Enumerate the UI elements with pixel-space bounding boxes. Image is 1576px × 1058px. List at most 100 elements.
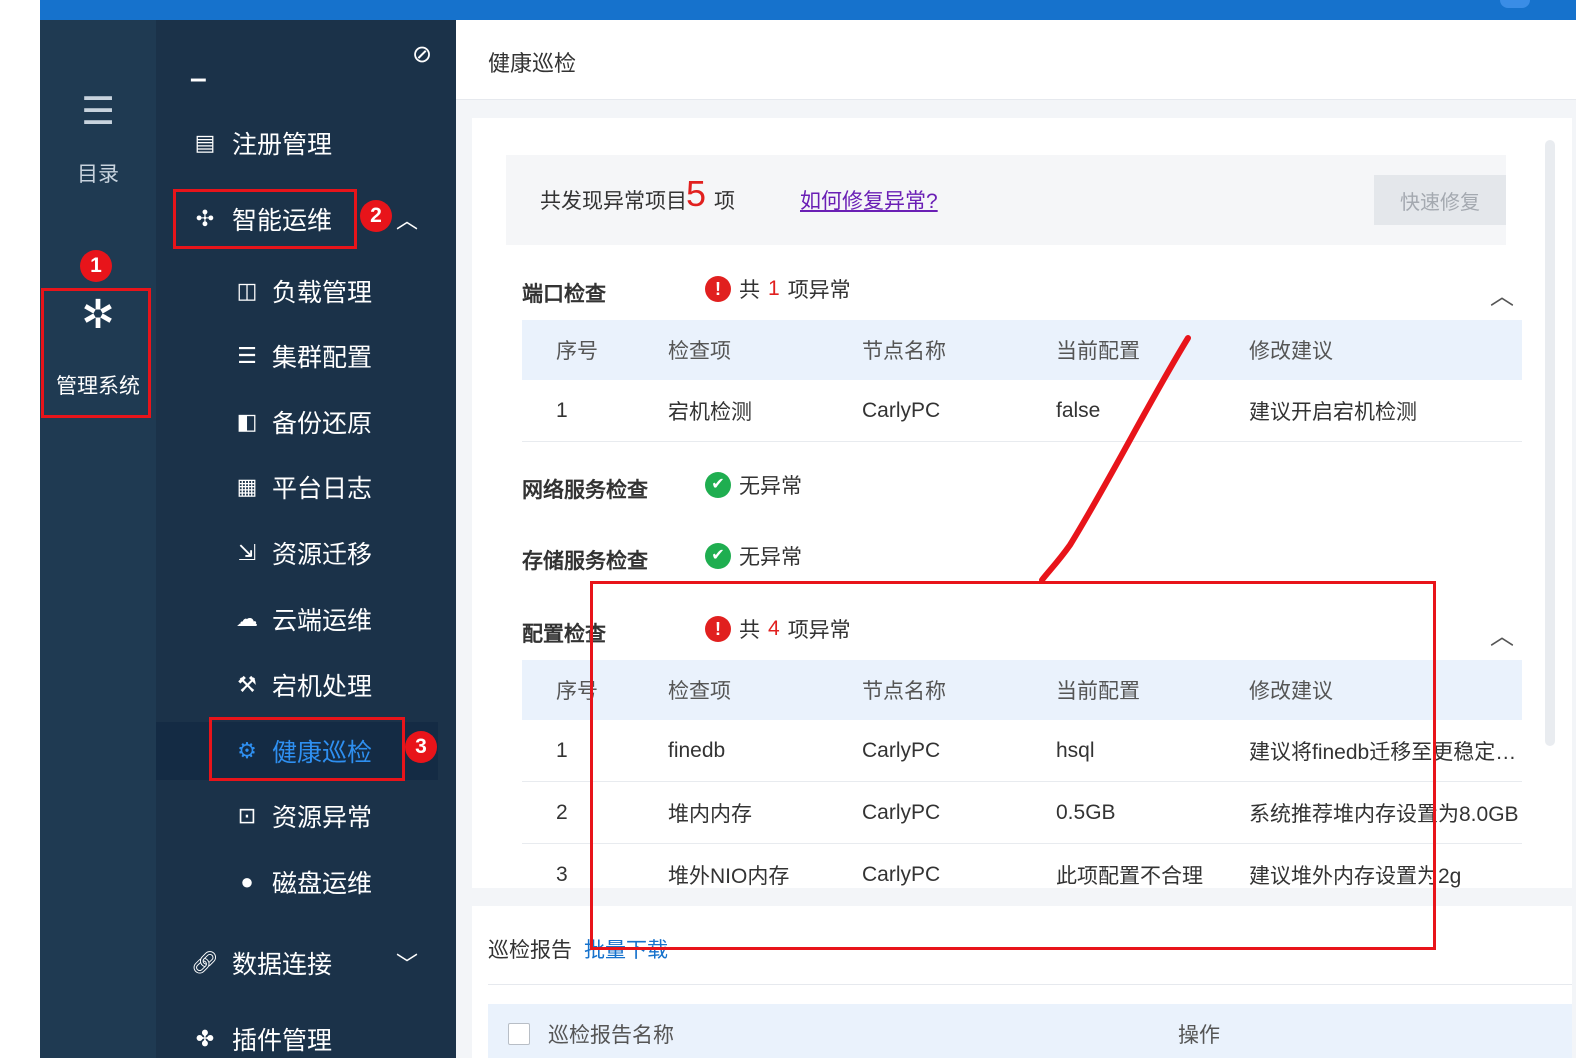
col-action: 操作 [1178,1024,1220,1047]
annotation-box-admin [41,288,151,418]
window-edge [0,0,40,1058]
collapse-menu-button[interactable]: – [156,50,456,108]
page-title: 健康巡检 [488,51,577,76]
cell-no: 1 [556,398,568,422]
wrench-icon: ⚒ [237,672,257,697]
status-suffix: 项异常 [787,279,851,302]
cloud-ops-icon: ☁ [236,606,258,631]
col-advice: 修改建议 [1249,340,1333,363]
menu-item-migrate-label: 资源迁移 [272,541,373,569]
collapse-section-icon[interactable]: ︿ [1490,616,1514,651]
annotation-box-health-check [209,717,405,781]
rail-item-catalog[interactable]: ☰ 目录 [40,90,156,188]
section-status: ! 共 1 项异常 [705,274,851,304]
cell-config: false [1056,398,1101,422]
list-icon: ☰ [80,91,116,133]
scrollbar[interactable] [1545,140,1555,746]
log-icon: ▦ [236,474,258,499]
status-count: 1 [768,277,780,300]
section-status: ✔ 无异常 [705,541,802,571]
menu-item-resource-alert-label: 资源异常 [272,804,373,832]
menu-item-cluster[interactable]: ☰ 集群配置 [156,327,456,385]
unpin-icon[interactable]: ⊘ [412,40,432,69]
link-icon: 🔗︎ [191,950,219,975]
check-icon: ✔ [705,472,731,498]
plugin-icon: ✤ [195,1026,215,1051]
menu-item-downtime[interactable]: ⚒ 宕机处理 [156,656,456,714]
cluster-icon: ☰ [237,343,257,368]
summary-unit: 项 [714,190,735,213]
status-prefix: 共 [739,279,760,302]
annotation-marker-3: 3 [405,731,437,763]
submenu: – ⊘ ▤ 注册管理 ✣ 智能运维 ︿ ◫ 负载管理 ☰ 集群配置 ◧ 备份还原… [156,20,456,1058]
status-text: 无异常 [739,546,802,569]
disk-icon: ● [240,869,254,894]
section-title: 网络服务检查 [522,479,648,502]
col-no: 序号 [556,340,598,363]
backup-icon: ◧ [236,409,258,434]
collapse-section-icon[interactable]: ︿ [1490,276,1514,311]
menu-item-log-label: 平台日志 [272,475,373,503]
summary-bar: 共发现异常项目 5 项 如何修复异常? 快速修复 [506,155,1506,245]
menu-item-downtime-label: 宕机处理 [272,673,373,701]
menu-item-load-label: 负载管理 [272,279,373,307]
status-text: 无异常 [739,475,802,498]
menu-item-plugin-label: 插件管理 [232,1027,333,1055]
menu-item-data-connection[interactable]: 🔗︎ 数据连接 ﹀ [156,934,456,992]
chevron-down-icon: ﹀ [396,952,419,977]
annotation-marker-1: 1 [80,250,112,282]
icon-rail: ☰ 目录 ✲ 管理系统 [40,20,156,1058]
col-item: 检查项 [668,340,731,363]
menu-item-plugin[interactable]: ✤ 插件管理 [156,1010,456,1058]
error-icon: ! [705,276,731,302]
port-table: 序号 检查项 节点名称 当前配置 修改建议 1 宕机检测 CarlyPC fal… [522,320,1522,442]
alert-icon: ⊡ [237,803,257,828]
menu-item-register-label: 注册管理 [232,131,333,159]
menu-item-migrate[interactable]: ⇲ 资源迁移 [156,524,456,582]
check-icon: ✔ [705,543,731,569]
divider [488,984,1572,985]
rail-item-catalog-label: 目录 [77,163,119,186]
menu-item-disk-ops-label: 磁盘运维 [272,870,373,898]
section-status: ✔ 无异常 [705,470,802,500]
menu-item-cluster-label: 集群配置 [272,344,373,372]
annotation-box-smart-ops [173,189,357,249]
user-avatar[interactable] [1500,0,1530,8]
menu-item-resource-alert[interactable]: ⊡ 资源异常 [156,787,456,845]
collapse-label: – [190,62,207,95]
col-config: 当前配置 [1056,340,1140,363]
load-icon: ◫ [236,278,258,303]
menu-item-log[interactable]: ▦ 平台日志 [156,458,456,516]
menu-item-register[interactable]: ▤ 注册管理 [156,114,456,172]
menu-item-disk-ops[interactable]: ● 磁盘运维 [156,853,456,911]
annotation-box-config-table [590,581,1436,950]
section-title: 端口检查 [522,283,606,306]
col-node: 节点名称 [862,340,946,363]
menu-item-cloud-ops-label: 云端运维 [272,607,373,635]
migrate-icon: ⇲ [237,540,257,565]
quick-fix-button[interactable]: 快速修复 [1374,175,1506,225]
menu-item-data-connection-label: 数据连接 [232,951,333,979]
report-title: 巡检报告 [488,939,572,962]
table-header: 序号 检查项 节点名称 当前配置 修改建议 [522,320,1522,380]
top-bar [40,0,1576,20]
cell-item: 宕机检测 [668,400,752,424]
section-title: 存储服务检查 [522,550,648,573]
menu-item-backup-label: 备份还原 [272,410,373,438]
summary-count: 5 [686,173,707,214]
chevron-up-icon: ︿ [396,208,419,233]
page-header: 健康巡检 [456,20,1576,100]
report-table-header: 巡检报告名称 操作 [488,1004,1572,1058]
menu-item-backup[interactable]: ◧ 备份还原 [156,393,456,451]
col-report-name: 巡检报告名称 [548,1024,674,1047]
help-link[interactable]: 如何修复异常? [800,185,938,215]
annotation-marker-2: 2 [360,200,392,232]
select-all-checkbox[interactable] [508,1023,530,1045]
summary-text: 共发现异常项目 [540,190,687,213]
table-row: 1 宕机检测 CarlyPC false 建议开启宕机检测 [522,380,1522,442]
cell-node: CarlyPC [862,398,941,422]
cell-advice: 建议开启宕机检测 [1249,400,1417,424]
menu-item-load[interactable]: ◫ 负载管理 [156,262,456,320]
menu-item-cloud-ops[interactable]: ☁ 云端运维 [156,590,456,648]
register-icon: ▤ [194,130,216,155]
